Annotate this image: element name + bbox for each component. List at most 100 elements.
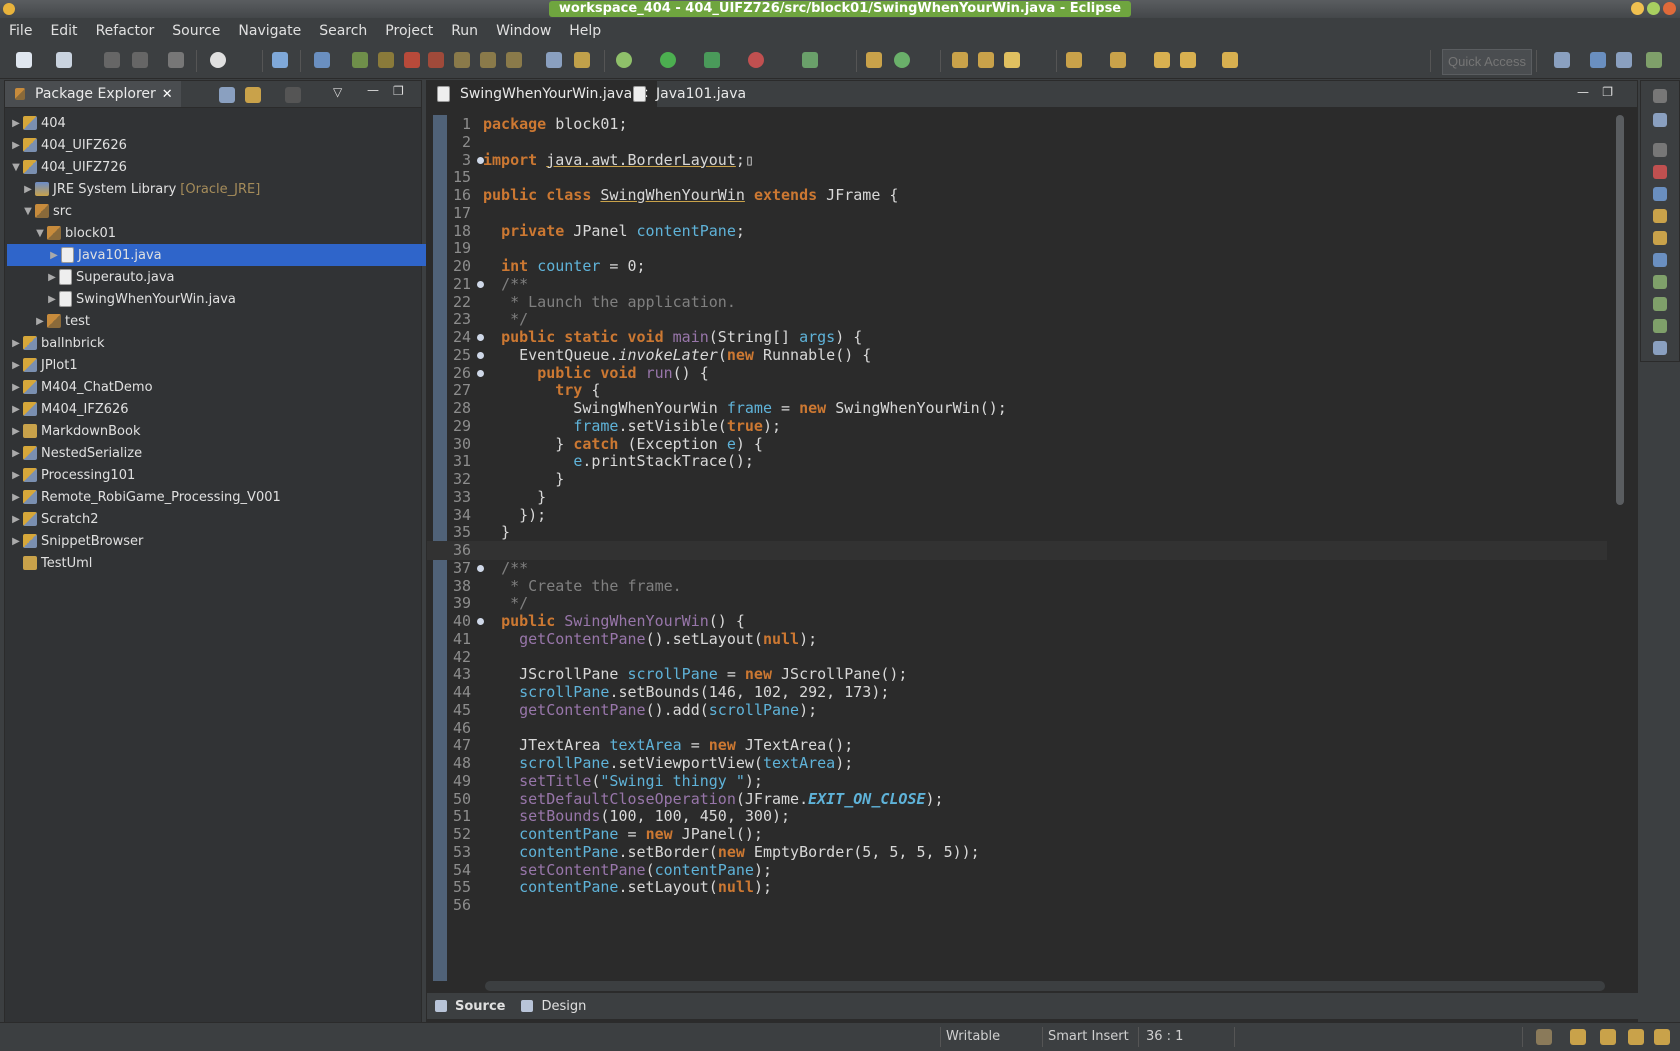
resume-icon[interactable] (352, 52, 368, 68)
code-line[interactable]: 45 getContentPane().add(scrollPane); (427, 701, 1607, 720)
menu-help[interactable]: Help (560, 23, 610, 39)
code-line[interactable]: 56 (427, 896, 1607, 915)
expand-arrow-icon[interactable]: ▶ (47, 272, 57, 283)
variables-icon[interactable] (1653, 297, 1667, 311)
code-line[interactable]: 28 SwingWhenYourWin frame = new SwingWhe… (427, 399, 1607, 418)
new-class-icon[interactable] (894, 52, 910, 68)
skip-breakpoints-icon[interactable] (314, 52, 330, 68)
code-line[interactable]: 2 (427, 133, 1607, 152)
tree-item[interactable]: ▶ Java101.java (7, 244, 461, 266)
expand-arrow-icon[interactable]: ▶ (11, 140, 21, 151)
code-line[interactable]: 53 contentPane.setBorder(new EmptyBorder… (427, 843, 1607, 862)
code-line[interactable]: 24 public static void main(String[] args… (427, 328, 1607, 347)
task-icon[interactable] (272, 52, 288, 68)
expand-arrow-icon[interactable]: ▶ (11, 382, 21, 393)
code-line[interactable]: 31 e.printStackTrace(); (427, 452, 1607, 471)
link-with-editor-icon[interactable] (245, 87, 261, 103)
close-icon[interactable] (1663, 2, 1676, 15)
fold-toggle-icon[interactable] (477, 618, 484, 625)
code-line[interactable]: 15 (427, 168, 1607, 187)
new-icon[interactable] (16, 52, 32, 68)
marketplace-icon[interactable] (1600, 1029, 1616, 1045)
code-line[interactable]: 20 int counter = 0; (427, 257, 1607, 276)
horizontal-scrollbar[interactable] (485, 981, 1605, 991)
suspend-icon[interactable] (378, 52, 394, 68)
new-package-icon[interactable] (866, 52, 882, 68)
step-return-icon[interactable] (506, 52, 522, 68)
minimize-editor-icon[interactable]: — (1577, 85, 1589, 99)
maximize-editor-icon[interactable]: ❐ (1602, 85, 1613, 99)
expand-arrow-icon[interactable]: ▶ (11, 448, 21, 459)
expand-arrow-icon[interactable]: ▶ (11, 338, 21, 349)
code-line[interactable]: 41 getContentPane().setLayout(null); (427, 630, 1607, 649)
code-line[interactable]: 29 frame.setVisible(true); (427, 417, 1607, 436)
step-over-icon[interactable] (480, 52, 496, 68)
coverage-icon[interactable] (704, 52, 720, 68)
tree-item[interactable]: ▶ Superauto.java (5, 266, 461, 288)
expand-arrow-icon[interactable]: ▶ (47, 294, 57, 305)
tab-java101[interactable]: Java101.java (623, 81, 754, 107)
code-line[interactable]: 38 * Create the frame. (427, 577, 1607, 596)
menu-navigate[interactable]: Navigate (229, 23, 310, 39)
tree-item[interactable]: ▶ MarkdownBook (5, 420, 425, 442)
code-line[interactable]: 42 (427, 648, 1607, 667)
tree-item[interactable]: ▶ JRE System Library [Oracle_JRE] (5, 178, 437, 200)
menu-source[interactable]: Source (163, 23, 229, 39)
forward-icon[interactable] (1222, 52, 1238, 68)
expand-arrow-icon[interactable]: ▶ (11, 404, 21, 415)
external-tools-icon[interactable] (748, 52, 764, 68)
collapse-all-icon[interactable] (219, 87, 235, 103)
code-line[interactable]: 54 setContentPane(contentPane); (427, 861, 1607, 880)
code-line[interactable]: 25 EventQueue.invokeLater(new Runnable()… (427, 346, 1607, 365)
expand-arrow-icon[interactable]: ▶ (11, 118, 21, 129)
open-type-icon[interactable] (952, 52, 968, 68)
menu-run[interactable]: Run (442, 23, 487, 39)
vertical-scrollbar[interactable] (1615, 115, 1625, 981)
menu-file[interactable]: File (0, 23, 41, 39)
menu-window[interactable]: Window (487, 23, 560, 39)
fold-toggle-icon[interactable] (477, 280, 484, 288)
open-perspective-icon[interactable] (1554, 52, 1570, 68)
back-icon[interactable] (1180, 52, 1196, 68)
tips-icon[interactable] (1628, 1029, 1644, 1045)
expand-arrow-icon[interactable]: ▶ (11, 426, 21, 437)
code-line[interactable]: 39 */ (427, 594, 1607, 613)
use-step-filters-icon[interactable] (574, 52, 590, 68)
tree-item[interactable]: ▶ Remote_RobiGame_Processing_V001 (5, 486, 425, 508)
code-line[interactable]: 30 } catch (Exception e) { (427, 435, 1607, 454)
collapse-arrow-icon[interactable]: ▼ (23, 206, 33, 217)
expand-arrow-icon[interactable]: ▶ (35, 316, 45, 327)
console-icon[interactable] (1653, 253, 1667, 267)
new-java-project-icon[interactable] (802, 52, 818, 68)
tree-item[interactable]: ▶ M404_IFZ626 (5, 398, 425, 420)
status-extra-icon[interactable] (1654, 1029, 1670, 1045)
expand-arrow-icon[interactable]: ▶ (11, 536, 21, 547)
save-all-icon[interactable] (132, 52, 148, 68)
open-console-icon[interactable] (168, 52, 184, 68)
tree-item[interactable]: ▶ SnippetBrowser (5, 530, 425, 552)
code-line[interactable]: 16 public class SwingWhenYourWin extends … (427, 186, 1607, 205)
tree-item[interactable]: ▶ M404_ChatDemo (5, 376, 425, 398)
minimize-icon[interactable] (1631, 2, 1644, 15)
outline-icon[interactable] (1653, 113, 1667, 127)
fold-toggle-icon[interactable] (477, 334, 484, 341)
code-line[interactable]: 32 } (427, 470, 1607, 489)
code-line[interactable]: 17 (427, 204, 1607, 223)
tree-item[interactable]: ▶ NestedSerialize (5, 442, 425, 464)
menu-search[interactable]: Search (310, 23, 376, 39)
code-line[interactable]: 48 scrollPane.setViewportView(textArea); (427, 754, 1607, 773)
code-line[interactable]: 22 * Launch the application. (427, 293, 1607, 312)
profile-icon[interactable] (210, 52, 226, 68)
terminate-icon[interactable] (404, 52, 420, 68)
code-line[interactable]: 46 (427, 719, 1607, 738)
step-into-icon[interactable] (454, 52, 470, 68)
code-editor[interactable]: 1 package block01; 2 3 import java.awt.Borde… (427, 115, 1607, 981)
breakpoints-icon[interactable] (1653, 319, 1667, 333)
new-wizard-icon[interactable] (56, 52, 72, 68)
expand-arrow-icon[interactable]: ▶ (11, 360, 21, 371)
code-line[interactable]: 51 setBounds(100, 100, 450, 300); (427, 807, 1607, 826)
tree-item[interactable]: ▶ Scratch2 (5, 508, 425, 530)
menu-edit[interactable]: Edit (41, 23, 86, 39)
view-menu-icon[interactable]: ▽ (333, 85, 342, 99)
next-annotation-icon[interactable] (1066, 52, 1082, 68)
